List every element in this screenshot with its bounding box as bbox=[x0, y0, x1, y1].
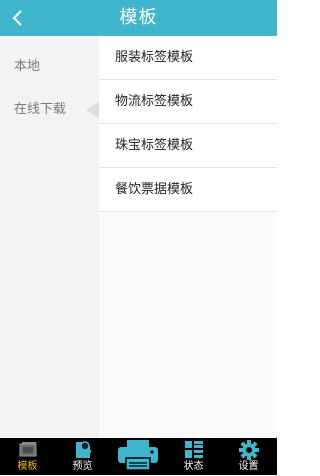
tab-status[interactable]: 状态 bbox=[166, 438, 221, 475]
header-bar: 模板 bbox=[0, 0, 277, 36]
list-item[interactable]: 服装标签模板 bbox=[99, 36, 277, 80]
printer-icon bbox=[118, 440, 158, 471]
status-grid-icon bbox=[184, 441, 203, 458]
list-item[interactable]: 珠宝标签模板 bbox=[99, 124, 277, 168]
tab-label: 预览 bbox=[72, 461, 93, 472]
print-button[interactable] bbox=[113, 438, 163, 472]
gear-icon bbox=[238, 440, 259, 460]
category-sidebar: 本地 在线下载 bbox=[0, 36, 99, 438]
sidebar-item-online-download[interactable]: 在线下载 bbox=[0, 88, 99, 132]
template-list: 服装标签模板 物流标签模板 珠宝标签模板 餐饮票据模板 bbox=[99, 36, 277, 212]
tab-label: 设置 bbox=[238, 461, 259, 472]
sidebar-item-label: 本地 bbox=[14, 59, 41, 74]
tab-settings[interactable]: 设置 bbox=[221, 438, 276, 475]
template-icon bbox=[19, 442, 36, 457]
bottom-tab-bar: 模板 预览 状态 设置 bbox=[0, 438, 277, 475]
sidebar-item-label: 在线下载 bbox=[14, 102, 67, 117]
selected-indicator-icon bbox=[86, 102, 99, 118]
template-panel: 服装标签模板 物流标签模板 珠宝标签模板 餐饮票据模板 bbox=[99, 36, 277, 438]
preview-icon bbox=[75, 441, 92, 458]
list-item[interactable]: 物流标签模板 bbox=[99, 80, 277, 124]
sidebar-item-local[interactable]: 本地 bbox=[0, 45, 99, 89]
page-title: 模板 bbox=[119, 7, 158, 28]
tab-preview[interactable]: 预览 bbox=[55, 438, 110, 475]
tab-label: 模板 bbox=[17, 461, 38, 472]
tab-label: 状态 bbox=[183, 461, 204, 472]
list-item[interactable]: 餐饮票据模板 bbox=[99, 168, 277, 212]
tab-template[interactable]: 模板 bbox=[0, 438, 55, 475]
